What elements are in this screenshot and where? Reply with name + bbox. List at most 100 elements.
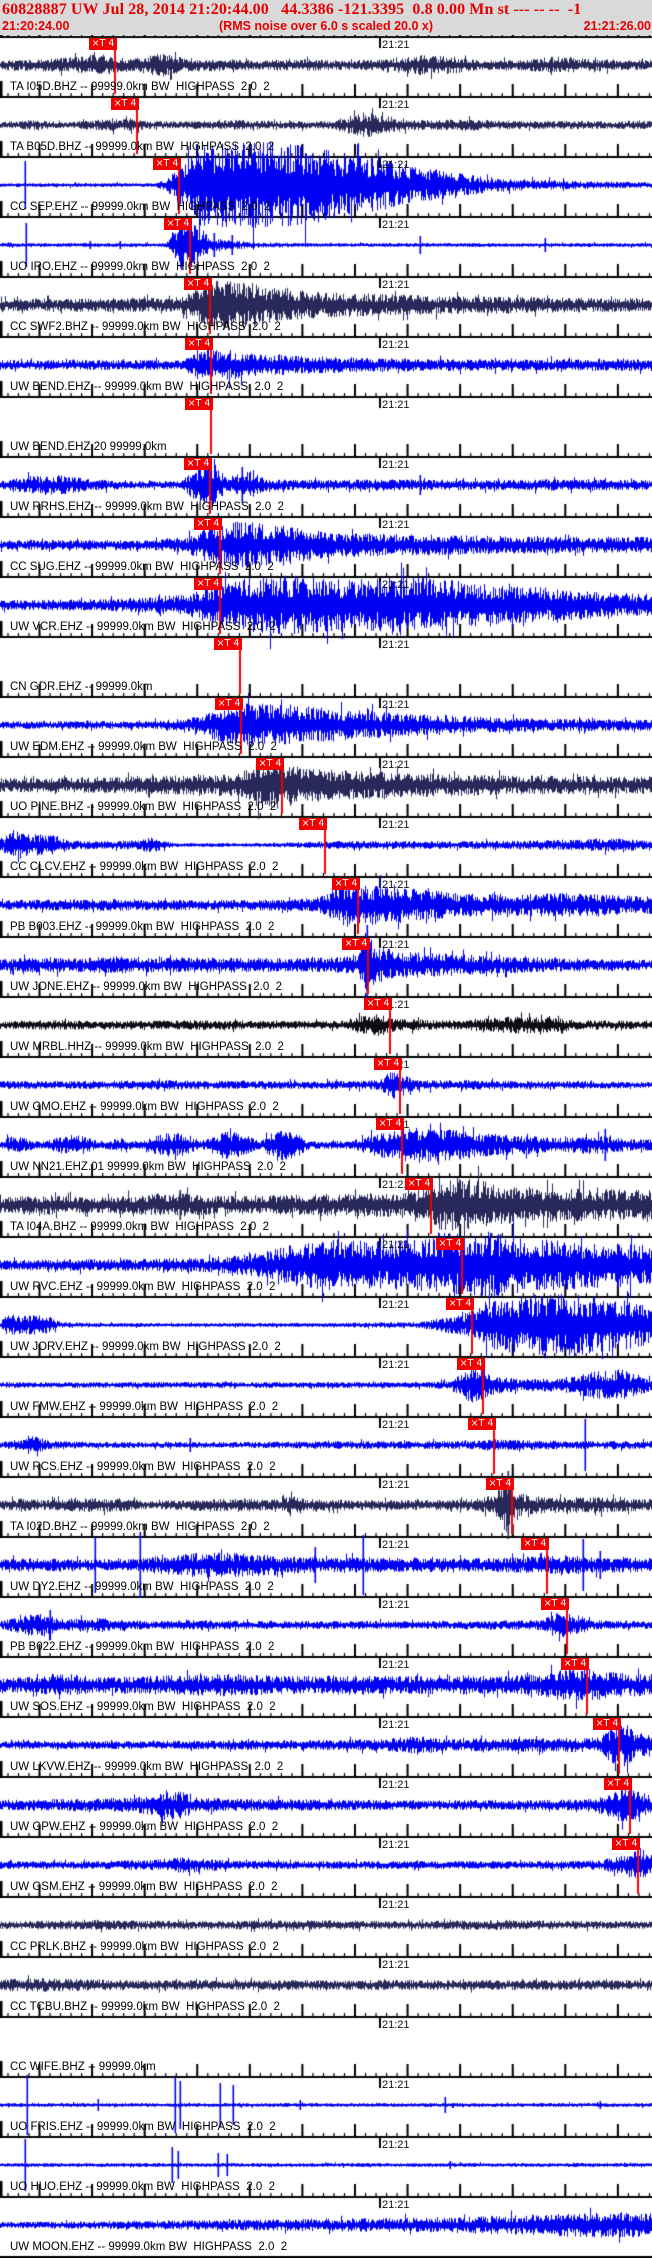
pick-flag-gdr[interactable]: ×T 4 — [214, 638, 242, 650]
minute-tick-label: 21:21 — [382, 219, 410, 231]
minute-tick-label: 21:21 — [382, 1239, 410, 1251]
minute-tick-label: 21:21 — [382, 2019, 410, 2031]
rms-scale-note: (RMS noise over 6.0 s scaled 20.0 x) — [219, 19, 433, 33]
minute-tick-label: 21:21 — [382, 879, 410, 891]
minute-tick-label: 21:21 — [382, 939, 410, 951]
minute-tick-label: 21:21 — [382, 759, 410, 771]
minute-tick-label: 21:21 — [382, 2079, 410, 2091]
trace-label-i02d: TA I02D.BHZ -- 99999.0km BW HIGHPASS 2.0… — [10, 1521, 270, 1533]
minute-tick-label: 21:21 — [382, 399, 410, 411]
pick-flag-sep[interactable]: ×T 4 — [153, 158, 181, 170]
minute-tick-label: 21:21 — [382, 519, 410, 531]
trace-label-sos: UW SOS.EHZ -- 99999.0km BW HIGHPASS 2.0 … — [10, 1701, 276, 1713]
pick-flag-lkvw[interactable]: ×T 4 — [593, 1718, 621, 1730]
trace-label-fmw: UW FMW.EHZ -- 99999.0km BW HIGHPASS 2.0 … — [10, 1401, 279, 1413]
minute-tick-label: 21:21 — [382, 2199, 410, 2211]
pick-flag-jorv[interactable]: ×T 4 — [446, 1298, 474, 1310]
pick-flag-i02d[interactable]: ×T 4 — [486, 1478, 514, 1490]
trace-label-fris: UO FRIS.EHZ -- 99999.0km BW HIGHPASS 2.0… — [10, 2121, 276, 2133]
pick-flag-sug[interactable]: ×T 4 — [194, 518, 222, 530]
pick-flag-i05d[interactable]: ×T 4 — [89, 38, 117, 50]
pick-flag-nn21[interactable]: ×T 4 — [376, 1118, 404, 1130]
pick-flag-b05d[interactable]: ×T 4 — [111, 98, 139, 110]
trace-label-gpw: UW GPW.EHZ -- 99999.0km BW HIGHPASS 2.0 … — [10, 1821, 279, 1833]
pick-flag-rcs[interactable]: ×T 4 — [468, 1418, 496, 1430]
pick-flag-gsm[interactable]: ×T 4 — [612, 1838, 640, 1850]
trace-label-dy2: UW DY2.EHZ -- 99999.0km BW HIGHPASS 2.0 … — [10, 1581, 274, 1593]
trace-label-b003: PB B003.EHZ -- 99999.0km BW HIGHPASS 2.0… — [10, 921, 275, 933]
pick-flag-clcv[interactable]: ×T 4 — [299, 818, 327, 830]
trace-label-bend-20: UW BEND.EHZ.20 99999.0km — [10, 441, 167, 453]
trace-label-tcbu: CC TCBU.BHZ -- 99999.0km BW HIGHPASS 2.0… — [10, 2001, 280, 2013]
minute-tick-label: 21:21 — [382, 99, 410, 111]
pick-flag-pine[interactable]: ×T 4 — [256, 758, 284, 770]
pick-flag-mrbl[interactable]: ×T 4 — [364, 998, 392, 1010]
pick-flag-jone[interactable]: ×T 4 — [342, 938, 370, 950]
trace-label-wife: CC WIFE.BHZ -- 99999.0km — [10, 2061, 156, 2073]
pick-flag-fmw[interactable]: ×T 4 — [457, 1358, 485, 1370]
trace-label-rrhs: UW RRHS.EHZ -- 99999.0km BW HIGHPASS 2.0… — [10, 501, 284, 513]
trace-label-gdr: CN GDR.EHZ -- 99999.0km — [10, 681, 153, 693]
trace-label-jone: UW JONE.EHZ -- 99999.0km BW HIGHPASS 2.0… — [10, 981, 283, 993]
minute-tick-label: 21:21 — [382, 279, 410, 291]
minute-tick-label: 21:21 — [382, 1839, 410, 1851]
pick-flag-rvc[interactable]: ×T 4 — [436, 1238, 464, 1250]
minute-tick-label: 21:21 — [382, 1419, 410, 1431]
pick-flag-edm[interactable]: ×T 4 — [215, 698, 243, 710]
minute-tick-label: 21:21 — [382, 1659, 410, 1671]
trace-label-b05d: TA B05D.BHZ -- 99999.0km BW HIGHPASS 2.0… — [10, 141, 275, 153]
trace-label-prlk: CC PRLK.BHZ -- 99999.0km BW HIGHPASS 2.0… — [10, 1941, 279, 1953]
pick-flag-b003[interactable]: ×T 4 — [332, 878, 360, 890]
time-window-bar: 21:20:24.00 (RMS noise over 6.0 s scaled… — [0, 19, 652, 33]
pick-flag-sos[interactable]: ×T 4 — [561, 1658, 589, 1670]
window-end-time: 21:21:26.00 — [583, 19, 651, 33]
pick-flag-bend[interactable]: ×T 4 — [185, 338, 213, 350]
minute-tick-label: 21:21 — [382, 2139, 410, 2151]
trace-label-moon: UW MOON.EHZ -- 99999.0km BW HIGHPASS 2.0… — [10, 2241, 288, 2253]
pick-flag-b022[interactable]: ×T 4 — [541, 1598, 569, 1610]
minute-tick-label: 21:21 — [382, 819, 410, 831]
trace-label-gsm: UW GSM.EHZ -- 99999.0km BW HIGHPASS 2.0 … — [10, 1881, 278, 1893]
trace-label-sug: CC SUG.EHZ -- 99999.0km BW HIGHPASS 2.0 … — [10, 561, 274, 573]
minute-tick-label: 21:21 — [382, 579, 410, 591]
minute-tick-label: 21:21 — [382, 1719, 410, 1731]
minute-tick-label: 21:21 — [382, 1359, 410, 1371]
minute-tick-label: 21:21 — [382, 639, 410, 651]
trace-label-huo: UO HUO.EHZ -- 99999.0km BW HIGHPASS 2.0 … — [10, 2181, 275, 2193]
seismic-review-window: 60828887 UW Jul 28, 2014 21:20:44.00 44.… — [0, 0, 652, 2258]
trace-label-i04a: TA I04A.BHZ -- 99999.0km BW HIGHPASS 2.0… — [10, 1221, 270, 1233]
pick-flag-swf2[interactable]: ×T 4 — [184, 278, 212, 290]
trace-label-bend: UW BEND.EHZ -- 99999.0km BW HIGHPASS 2.0… — [10, 381, 284, 393]
pick-flag-bend-20[interactable]: ×T 4 — [185, 398, 213, 410]
minute-tick-label: 21:21 — [382, 1539, 410, 1551]
pick-flag-gpw[interactable]: ×T 4 — [604, 1778, 632, 1790]
trace-label-gmo: UW GMO.EHZ -- 99999.0km BW HIGHPASS 2.0 … — [10, 1101, 279, 1113]
minute-tick-label: 21:21 — [382, 459, 410, 471]
trace-label-vcr: UW VCR.EHZ -- 99999.0km BW HIGHPASS 2.0 … — [10, 621, 276, 633]
minute-tick-label: 21:21 — [382, 1299, 410, 1311]
trace-label-swf2: CC SWF2.BHZ -- 99999.0km BW HIGHPASS 2.0… — [10, 321, 281, 333]
trace-label-pine: UO PINE.BHZ -- 99999.0km BW HIGHPASS 2.0… — [10, 801, 277, 813]
pick-flag-iro[interactable]: ×T 4 — [164, 218, 192, 230]
trace-label-edm: UW EDM.EHZ -- 99999.0km BW HIGHPASS 2.0 … — [10, 741, 277, 753]
minute-tick-label: 21:21 — [382, 1479, 410, 1491]
pick-flag-dy2[interactable]: ×T 4 — [521, 1538, 549, 1550]
minute-tick-label: 21:21 — [382, 1779, 410, 1791]
pick-flag-rrhs[interactable]: ×T 4 — [184, 458, 212, 470]
pick-flag-vcr[interactable]: ×T 4 — [194, 578, 222, 590]
trace-label-mrbl: UW MRBL.HHZ -- 99999.0km BW HIGHPASS 2.0… — [10, 1041, 284, 1053]
trace-label-b022: PB B022.EHZ -- 99999.0km BW HIGHPASS 2.0… — [10, 1641, 275, 1653]
pick-flag-i04a[interactable]: ×T 4 — [405, 1178, 433, 1190]
pick-flag-gmo[interactable]: ×T 4 — [374, 1058, 402, 1070]
trace-label-i05d: TA I05D.BHZ -- 99999.0km BW HIGHPASS 2.0… — [10, 81, 270, 93]
trace-label-sep: CC SEP.EHZ -- 99999.0km BW HIGHPASS 2.0 … — [10, 201, 271, 213]
minute-tick-label: 21:21 — [382, 1959, 410, 1971]
trace-label-iro: UO IRO.EHZ -- 99999.0km BW HIGHPASS 2.0 … — [10, 261, 270, 273]
minute-tick-label: 21:21 — [382, 699, 410, 711]
minute-tick-label: 21:21 — [382, 1599, 410, 1611]
minute-tick-label: 21:21 — [382, 39, 410, 51]
trace-label-lkvw: UW LKVW.EHZ -- 99999.0km BW HIGHPASS 2.0… — [10, 1761, 284, 1773]
trace-label-jorv: UW JORV.EHZ -- 99999.0km BW HIGHPASS 2.0… — [10, 1341, 281, 1353]
minute-tick-label: 21:21 — [382, 339, 410, 351]
trace-label-rvc: UW RVC.EHZ -- 99999.0km BW HIGHPASS 2.0 … — [10, 1281, 276, 1293]
